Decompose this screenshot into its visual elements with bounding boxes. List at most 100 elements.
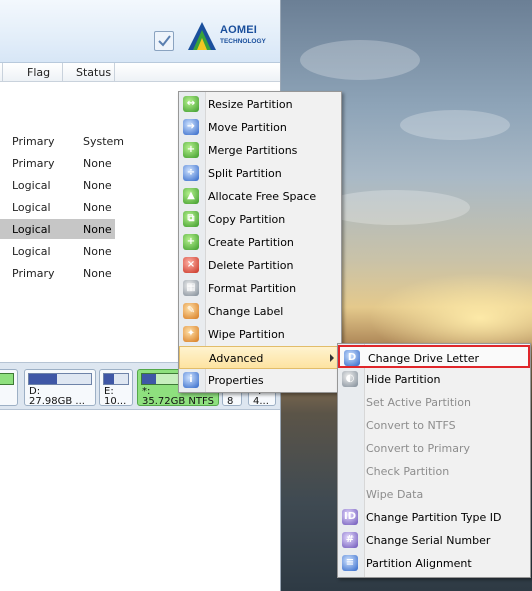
copy-partition-icon: ⧉: [183, 211, 199, 227]
resize-partition-icon: ↔: [183, 96, 199, 112]
submenu-item-label: Convert to NTFS: [366, 419, 456, 432]
app-header: AOMEI TECHNOLOGY: [0, 0, 280, 63]
row-status: None: [83, 267, 112, 280]
partition-context-menu: ↔ Resize Partition ➜ Move Partition + Merge P…: [178, 91, 342, 393]
column-separator[interactable]: [2, 63, 3, 81]
partition-size: 10...: [104, 396, 127, 407]
menu-item-create-partition[interactable]: + Create Partition: [179, 231, 341, 254]
column-separator[interactable]: [62, 63, 63, 81]
menu-item-wipe-partition[interactable]: ✦ Wipe Partition: [179, 323, 341, 346]
menu-item-format-partition[interactable]: ▦ Format Partition: [179, 277, 341, 300]
row-status: None: [83, 245, 112, 258]
partition-size: 35.72GB NTFS: [142, 396, 214, 407]
format-partition-icon: ▦: [183, 280, 199, 296]
row-status: System: [83, 135, 125, 148]
submenu-item-label: Hide Partition: [366, 373, 441, 386]
menu-item-label: Format Partition: [208, 282, 297, 295]
submenu-item-convert-to-ntfs[interactable]: Convert to NTFS: [338, 414, 530, 437]
row-status: None: [83, 201, 112, 214]
brand-name: AOMEI: [220, 24, 258, 36]
submenu-item-wipe-data[interactable]: Wipe Data: [338, 483, 530, 506]
submenu-item-change-serial-number[interactable]: # Change Serial Number: [338, 529, 530, 552]
menu-item-label: Delete Partition: [208, 259, 294, 272]
partition-alignment-icon: ≡: [342, 555, 358, 571]
hide-partition-icon: ◐: [342, 371, 358, 387]
submenu-item-label: Change Drive Letter: [368, 352, 480, 365]
allocate-free-space-icon: ▲: [183, 188, 199, 204]
menu-item-copy-partition[interactable]: ⧉ Copy Partition: [179, 208, 341, 231]
menu-item-merge-partitions[interactable]: + Merge Partitions: [179, 139, 341, 162]
partition-usage-bar: [142, 374, 157, 384]
menu-item-label: Change Label: [208, 305, 284, 318]
partition-size: 27.98GB ...: [29, 396, 85, 407]
submenu-item-set-active-partition[interactable]: Set Active Partition: [338, 391, 530, 414]
partition-size: 8: [227, 396, 234, 407]
row-flag: Logical: [12, 201, 51, 214]
submenu-item-label: Change Partition Type ID: [366, 511, 502, 524]
menu-item-label: Merge Partitions: [208, 144, 298, 157]
column-header-status[interactable]: Status: [76, 66, 111, 79]
row-flag: Primary: [12, 135, 55, 148]
column-header-flag[interactable]: Flag: [27, 66, 50, 79]
partition-usage-bar: [29, 374, 57, 384]
submenu-item-label: Partition Alignment: [366, 557, 472, 570]
change-partition-type-id-icon: ID: [342, 509, 358, 525]
menu-item-move-partition[interactable]: ➜ Move Partition: [179, 116, 341, 139]
submenu-item-label: Wipe Data: [366, 488, 424, 501]
menu-item-change-label[interactable]: ✎ Change Label: [179, 300, 341, 323]
move-partition-icon: ➜: [183, 119, 199, 135]
disk-partition-c[interactable]: [0, 369, 18, 406]
submenu-item-change-drive-letter[interactable]: D Change Drive Letter: [338, 345, 530, 368]
partition-list-header: Flag Status: [0, 63, 280, 82]
empty-area: [0, 410, 280, 591]
create-partition-icon: +: [183, 234, 199, 250]
menu-item-label: Copy Partition: [208, 213, 286, 226]
delete-partition-icon: ×: [183, 257, 199, 273]
submenu-item-label: Set Active Partition: [366, 396, 471, 409]
submenu-item-convert-to-primary[interactable]: Convert to Primary: [338, 437, 530, 460]
row-flag: Logical: [12, 245, 51, 258]
row-status: None: [83, 223, 112, 236]
aomei-logo: AOMEI TECHNOLOGY: [186, 20, 276, 52]
row-flag: Logical: [12, 179, 51, 192]
row-flag: Primary: [12, 157, 55, 170]
menu-item-properties[interactable]: i Properties: [179, 369, 341, 392]
split-partition-icon: ÷: [183, 165, 199, 181]
menu-item-allocate-free-space[interactable]: ▲ Allocate Free Space: [179, 185, 341, 208]
disk-partition[interactable]: E: 10...: [99, 369, 133, 407]
advanced-submenu: D Change Drive Letter ◐ Hide Partition Set A…: [337, 343, 531, 578]
merge-partitions-icon: +: [183, 142, 199, 158]
menu-item-label: Allocate Free Space: [208, 190, 317, 203]
submenu-item-label: Change Serial Number: [366, 534, 491, 547]
menu-item-label: Properties: [208, 374, 264, 387]
submenu-arrow-icon: [330, 354, 334, 362]
change-label-icon: ✎: [183, 303, 199, 319]
row-flag: Logical: [12, 223, 51, 236]
table-row[interactable]: Logical None: [0, 219, 115, 239]
column-separator[interactable]: [114, 63, 115, 81]
menu-item-label: Resize Partition: [208, 98, 293, 111]
menu-item-label: Wipe Partition: [208, 328, 285, 341]
menu-item-label: Create Partition: [208, 236, 294, 249]
submenu-item-check-partition[interactable]: Check Partition: [338, 460, 530, 483]
submenu-item-partition-alignment[interactable]: ≡ Partition Alignment: [338, 552, 530, 575]
change-drive-letter-icon: D: [344, 350, 360, 366]
menu-item-label: Move Partition: [208, 121, 287, 134]
checkbox-icon[interactable]: [154, 31, 174, 51]
menu-item-label: Advanced: [209, 352, 264, 365]
partition-size: 4...: [253, 396, 269, 407]
disk-partition[interactable]: D: 27.98GB ...: [24, 369, 96, 407]
wipe-partition-icon: ✦: [183, 326, 199, 342]
submenu-item-change-partition-type-id[interactable]: ID Change Partition Type ID: [338, 506, 530, 529]
brand-subtitle: TECHNOLOGY: [220, 38, 266, 45]
menu-item-delete-partition[interactable]: × Delete Partition: [179, 254, 341, 277]
menu-item-advanced[interactable]: Advanced: [179, 346, 341, 369]
partition-usage-bar: [104, 374, 114, 384]
menu-item-split-partition[interactable]: ÷ Split Partition: [179, 162, 341, 185]
submenu-item-hide-partition[interactable]: ◐ Hide Partition: [338, 368, 530, 391]
menu-item-resize-partition[interactable]: ↔ Resize Partition: [179, 93, 341, 116]
properties-icon: i: [183, 372, 199, 388]
row-status: None: [83, 179, 112, 192]
aomei-logo-icon: [188, 22, 216, 50]
row-status: None: [83, 157, 112, 170]
